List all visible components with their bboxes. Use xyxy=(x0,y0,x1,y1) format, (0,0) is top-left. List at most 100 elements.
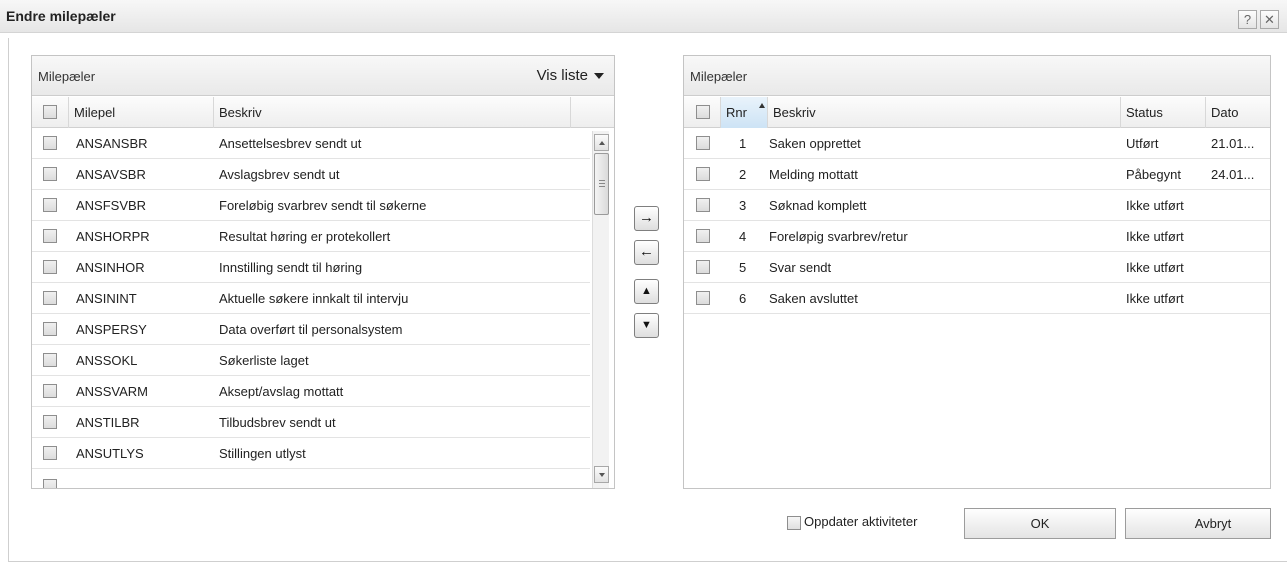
view-list-label: Vis liste xyxy=(536,67,588,84)
row-checkbox[interactable] xyxy=(43,322,57,336)
milestone-description: Melding mottatt xyxy=(769,167,858,182)
milestone-description: Saken opprettet xyxy=(769,136,861,151)
milestone-description: Data overført til personalsystem xyxy=(219,322,403,337)
move-down-button[interactable]: ▼ xyxy=(634,313,659,338)
scroll-thumb[interactable] xyxy=(594,153,609,215)
list-item[interactable]: ANSAVSBR Avslagsbrev sendt ut xyxy=(32,159,590,190)
row-checkbox[interactable] xyxy=(696,136,710,150)
column-header-beskriv[interactable]: Beskriv xyxy=(768,97,1121,128)
row-checkbox[interactable] xyxy=(43,446,57,460)
row-checkbox[interactable] xyxy=(43,415,57,429)
row-checkbox[interactable] xyxy=(43,167,57,181)
list-item[interactable]: ANSFSVBR Foreløbig svarbrev sendt til søk… xyxy=(32,190,590,221)
milestone-code: ANSINHOR xyxy=(76,260,145,275)
row-checkbox[interactable] xyxy=(696,260,710,274)
list-item[interactable]: ANSANSBR Ansettelsesbrev sendt ut xyxy=(32,128,590,159)
milestone-description: Stillingen utlyst xyxy=(219,446,306,461)
list-item[interactable]: ANSSOKL Søkerliste laget xyxy=(32,345,590,376)
row-checkbox[interactable] xyxy=(43,384,57,398)
select-all-cell xyxy=(32,97,69,128)
milestone-status: Ikke utført xyxy=(1126,229,1184,244)
column-header-rnr-label: Rnr xyxy=(726,105,747,120)
dialog-title: Endre milepæler xyxy=(6,8,116,24)
column-header-dato[interactable]: Dato xyxy=(1206,97,1270,128)
panel-header: Milepæler xyxy=(684,56,1270,96)
row-checkbox[interactable] xyxy=(43,198,57,212)
milestone-code: ANSHORPR xyxy=(76,229,150,244)
column-header-status[interactable]: Status xyxy=(1121,97,1206,128)
help-icon[interactable]: ? xyxy=(1238,10,1257,29)
row-checkbox[interactable] xyxy=(43,479,57,488)
milestone-description: Ansettelsesbrev sendt ut xyxy=(219,136,362,151)
grip-line-icon xyxy=(599,183,605,184)
list-item[interactable]: ANSININT Aktuelle søkere innkalt til inte… xyxy=(32,283,590,314)
milestone-description: Foreløpig svarbrev/retur xyxy=(769,229,908,244)
panel-title: Milepæler xyxy=(690,69,748,84)
chevron-down-icon xyxy=(594,73,604,80)
ok-button[interactable]: OK xyxy=(964,508,1116,539)
row-checkbox[interactable] xyxy=(696,167,710,181)
dialog-titlebar: Endre milepæler ? ✕ xyxy=(0,0,1287,33)
milestone-description: Innstilling sendt til høring xyxy=(219,260,363,275)
table-row[interactable]: 4 Foreløpig svarbrev/retur Ikke utført xyxy=(684,221,1270,252)
column-header-milepel[interactable]: Milepel xyxy=(69,97,214,128)
table-row[interactable]: 6 Saken avsluttet Ikke utført xyxy=(684,283,1270,314)
row-number: 6 xyxy=(739,291,747,306)
list-item[interactable]: ANSSVARM Aksept/avslag mottatt xyxy=(32,376,590,407)
move-right-button[interactable]: → xyxy=(634,206,659,231)
table-row[interactable]: 1 Saken opprettet Utført 21.01... xyxy=(684,128,1270,159)
move-left-button[interactable]: ← xyxy=(634,240,659,265)
list-item[interactable]: ANSINHOR Innstilling sendt til høring xyxy=(32,252,590,283)
update-activities-label: Oppdater aktiviteter xyxy=(804,514,918,529)
vertical-scrollbar[interactable] xyxy=(592,131,609,488)
milestone-status: Ikke utført xyxy=(1126,291,1184,306)
table-row[interactable]: 2 Melding mottatt Påbegynt 24.01... xyxy=(684,159,1270,190)
list-item[interactable]: ANSTILBR Tilbudsbrev sendt ut xyxy=(32,407,590,438)
move-up-button[interactable]: ▲ xyxy=(634,279,659,304)
row-checkbox[interactable] xyxy=(696,291,710,305)
edit-milestones-dialog: Endre milepæler ? ✕ Milepæler Vis liste … xyxy=(0,0,1287,562)
panel-header: Milepæler Vis liste xyxy=(32,56,614,96)
row-number: 2 xyxy=(739,167,747,182)
table-row[interactable]: 3 Søknad komplett Ikke utført xyxy=(684,190,1270,221)
arrow-up-icon xyxy=(599,141,605,145)
row-number: 1 xyxy=(739,136,747,151)
panel-title: Milepæler xyxy=(38,69,96,84)
select-all-checkbox[interactable] xyxy=(696,105,710,119)
milestone-date xyxy=(1211,252,1269,283)
grip-line-icon xyxy=(599,180,605,181)
row-checkbox[interactable] xyxy=(43,353,57,367)
list-item[interactable]: ANSPERSY Data overført til personalsystem xyxy=(32,314,590,345)
milestone-description: Svar sendt xyxy=(769,260,832,275)
milestone-code: ANSUTLYS xyxy=(76,446,144,461)
sort-ascending-icon xyxy=(759,103,765,108)
view-list-menu[interactable]: Vis liste xyxy=(537,67,604,84)
list-item[interactable]: ANSUTLYS Stillingen utlyst xyxy=(32,438,590,469)
cancel-button[interactable]: Avbryt xyxy=(1125,508,1271,539)
milestone-date: 21.01... xyxy=(1211,136,1255,151)
milestone-description: Aksept/avslag mottatt xyxy=(219,384,344,399)
select-all-checkbox[interactable] xyxy=(43,105,57,119)
row-checkbox[interactable] xyxy=(43,136,57,150)
triangle-up-icon: ▲ xyxy=(641,285,652,297)
milestone-description: Resultat høring er protekollert xyxy=(219,229,391,244)
close-icon[interactable]: ✕ xyxy=(1260,10,1279,29)
row-checkbox[interactable] xyxy=(696,198,710,212)
row-checkbox[interactable] xyxy=(43,260,57,274)
row-checkbox[interactable] xyxy=(696,229,710,243)
scroll-down-button[interactable] xyxy=(594,466,609,483)
row-checkbox[interactable] xyxy=(43,229,57,243)
list-item-partial[interactable] xyxy=(32,469,590,488)
select-all-cell xyxy=(684,97,721,128)
milestone-code: ANSFSVBR xyxy=(76,198,147,213)
column-header-beskriv[interactable]: Beskriv xyxy=(214,97,571,128)
update-activities-checkbox[interactable] xyxy=(787,516,801,530)
row-checkbox[interactable] xyxy=(43,291,57,305)
milestone-date xyxy=(1211,221,1269,252)
milestone-status: Ikke utført xyxy=(1126,198,1184,213)
list-item[interactable]: ANSHORPR Resultat høring er protekollert xyxy=(32,221,590,252)
table-row[interactable]: 5 Svar sendt Ikke utført xyxy=(684,252,1270,283)
milestone-date xyxy=(1211,190,1269,221)
scroll-up-button[interactable] xyxy=(594,134,609,151)
column-header-rnr[interactable]: Rnr xyxy=(721,97,768,128)
